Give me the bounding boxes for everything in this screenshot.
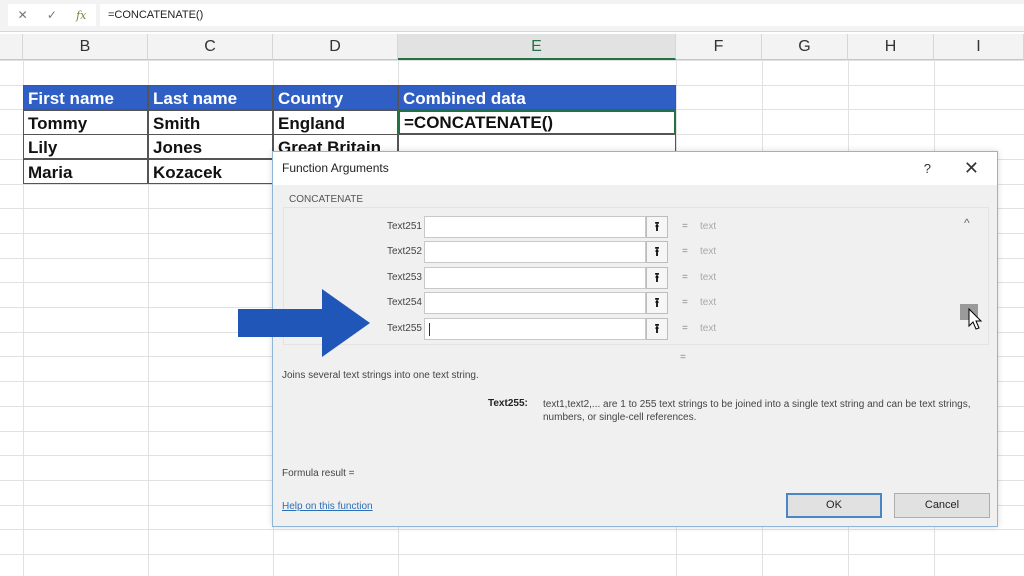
argument-label: Text253 xyxy=(386,272,422,283)
argument-row: Text251 ⭱ = text xyxy=(284,216,844,238)
help-on-function-link[interactable]: Help on this function xyxy=(282,501,373,512)
header-country[interactable]: Country xyxy=(273,85,398,110)
cell-e3-active[interactable]: =CONCATENATE() xyxy=(398,110,676,135)
dialog-title-bar[interactable]: Function Arguments ? ✕ xyxy=(273,152,997,185)
function-name: CONCATENATE xyxy=(289,194,364,205)
overall-result-equals: = xyxy=(680,352,686,363)
cell-b3[interactable]: Tommy xyxy=(23,110,148,135)
cell-c4[interactable]: Jones xyxy=(148,134,273,159)
collapse-dialog-icon[interactable]: ⭱ xyxy=(646,241,668,263)
mouse-pointer-icon xyxy=(968,308,983,330)
equals-sign: = xyxy=(682,297,688,308)
argument-result: text xyxy=(700,246,717,257)
function-arguments-dialog: Function Arguments ? ✕ CONCATENATE Text2… xyxy=(272,151,998,527)
column-header-f[interactable]: F xyxy=(676,34,762,60)
column-header-c[interactable]: C xyxy=(148,34,273,60)
argument-result: text xyxy=(700,221,717,232)
formula-bar-buttons: ✕ ✓ fx xyxy=(8,4,96,26)
annotation-arrow-icon xyxy=(238,289,370,357)
text-caret xyxy=(429,323,430,336)
select-all-corner[interactable] xyxy=(0,34,23,60)
function-description: Joins several text strings into one text… xyxy=(282,370,479,381)
column-header-h[interactable]: H xyxy=(848,34,934,60)
cancel-icon[interactable]: ✕ xyxy=(18,8,28,22)
dialog-title: Function Arguments xyxy=(282,161,389,175)
argument-label: Text254 xyxy=(386,297,422,308)
argument-label: Text255 xyxy=(386,323,422,334)
cell-b5[interactable]: Maria xyxy=(23,159,148,184)
argument-description-label: Text255: xyxy=(488,398,528,409)
collapse-dialog-icon[interactable]: ⭱ xyxy=(646,216,668,238)
formula-input[interactable]: =CONCATENATE() xyxy=(100,4,1024,26)
column-header-e[interactable]: E xyxy=(398,34,676,60)
excel-window: ✕ ✓ fx =CONCATENATE() B C D E F G H I Fi… xyxy=(0,0,1024,576)
equals-sign: = xyxy=(682,323,688,334)
header-combined-data[interactable]: Combined data xyxy=(398,85,676,110)
argument-row: Text253 ⭱ = text xyxy=(284,267,844,289)
argument-result: text xyxy=(700,272,717,283)
argument-row: Text252 ⭱ = text xyxy=(284,241,844,263)
header-last-name[interactable]: Last name xyxy=(148,85,273,110)
argument-result: text xyxy=(700,323,717,334)
collapse-dialog-icon[interactable]: ⭱ xyxy=(646,318,668,340)
cancel-button[interactable]: Cancel xyxy=(894,493,990,518)
argument-label: Text252 xyxy=(386,246,422,257)
column-header-g[interactable]: G xyxy=(762,34,848,60)
formula-bar: ✕ ✓ fx =CONCATENATE() xyxy=(0,0,1024,32)
argument-input-text253[interactable] xyxy=(424,267,646,289)
argument-input-text255[interactable] xyxy=(424,318,646,340)
argument-result: text xyxy=(700,297,717,308)
column-header-i[interactable]: I xyxy=(934,34,1024,60)
grid-row-line xyxy=(0,554,1024,555)
argument-description: text1,text2,... are 1 to 255 text string… xyxy=(543,399,971,423)
equals-sign: = xyxy=(682,221,688,232)
grid-row-line xyxy=(0,60,1024,61)
enter-icon[interactable]: ✓ xyxy=(47,8,57,22)
scroll-up-icon[interactable]: ^ xyxy=(964,216,970,230)
cell-b4[interactable]: Lily xyxy=(23,134,148,159)
grid-row-line xyxy=(0,529,1024,530)
cell-c3[interactable]: Smith xyxy=(148,110,273,135)
header-first-name[interactable]: First name xyxy=(23,85,148,110)
equals-sign: = xyxy=(682,272,688,283)
arguments-panel: Text251 ⭱ = text Text252 ⭱ = text Text25… xyxy=(283,207,989,345)
equals-sign: = xyxy=(682,246,688,257)
cell-c5[interactable]: Kozacek xyxy=(148,159,273,184)
insert-function-icon[interactable]: fx xyxy=(76,9,86,22)
ok-button[interactable]: OK xyxy=(786,493,882,518)
column-header-b[interactable]: B xyxy=(23,34,148,60)
help-icon[interactable]: ? xyxy=(924,152,931,185)
cell-d3[interactable]: England xyxy=(273,110,398,135)
formula-result: Formula result = xyxy=(282,468,355,479)
collapse-dialog-icon[interactable]: ⭱ xyxy=(646,292,668,314)
argument-label: Text251 xyxy=(386,221,422,232)
argument-input-text251[interactable] xyxy=(424,216,646,238)
argument-input-text252[interactable] xyxy=(424,241,646,263)
column-header-d[interactable]: D xyxy=(273,34,398,60)
collapse-dialog-icon[interactable]: ⭱ xyxy=(646,267,668,289)
argument-input-text254[interactable] xyxy=(424,292,646,314)
close-icon[interactable]: ✕ xyxy=(964,152,979,185)
